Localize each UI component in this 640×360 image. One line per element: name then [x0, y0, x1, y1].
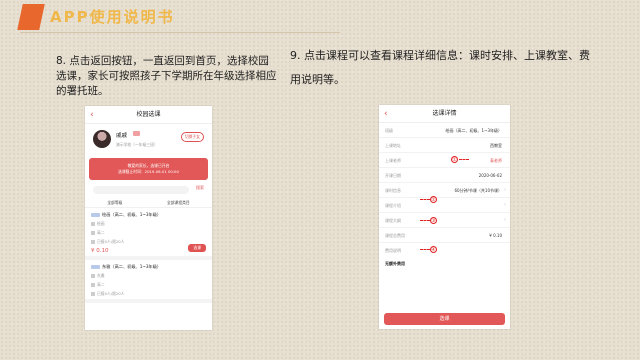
callout-marker: ④ [419, 246, 437, 253]
nav-title: 校园选课 [136, 111, 161, 118]
people-icon [91, 292, 95, 296]
course-category: 绘画 [97, 221, 105, 226]
filter-bar: 全部等级 全部课程类目 [85, 198, 212, 208]
category-icon [91, 274, 95, 278]
course-item[interactable]: 东雅（高二、初级、1~3年级） 东雅 高二 已报0人/限20人 [85, 260, 212, 303]
grade-icon [91, 231, 95, 235]
slide-title: APP使用说明书 [50, 8, 175, 26]
row-label: 上课老师 [385, 158, 401, 163]
title-accent [17, 4, 45, 30]
grade-icon [91, 283, 95, 287]
callout-number: ② [430, 196, 437, 203]
notice-banner: 敬爱的家长，选课已开启 选课截止时间：2019-06-01 00:00 [89, 158, 208, 180]
title-bar: APP使用说明书 [0, 0, 640, 34]
filter-level[interactable]: 全部等级 [107, 198, 122, 207]
gender-badge [133, 131, 140, 136]
callout-marker: ① [451, 156, 469, 163]
course-enrollment: 已报0人/限20人 [97, 291, 125, 296]
row-value: 60分钟/节课（共10节课） [454, 188, 502, 193]
instruction-step-9: 9. 点击课程可以查看课程详细信息：课时安排、上课教室、费用说明等。 [290, 49, 590, 86]
detail-row-total-fee: 课程总费用 ¥ 0.10 [379, 228, 510, 243]
row-value: ¥ 0.10 [489, 233, 502, 238]
search-button[interactable]: 搜索 [196, 185, 204, 191]
course-enrollment: 已报0人/限20人 [97, 239, 125, 244]
title-underline [20, 32, 340, 33]
detail-row-address: 上课地址 西教室 [379, 138, 510, 153]
row-label: 班级 [385, 128, 393, 133]
callout-dash [420, 220, 430, 221]
row-label: 上课地址 [385, 143, 401, 148]
callout-dash [420, 199, 430, 200]
course-meta: 绘画 [91, 221, 206, 227]
course-title-row: 东雅（高二、初级、1~3年级） [91, 264, 206, 270]
detail-row-start-date: 开课日期 2020-06-02 [379, 168, 510, 183]
back-arrow-icon[interactable]: ‹ [90, 106, 94, 124]
detail-row-teacher[interactable]: 上课老师 泰老师 ① [379, 153, 510, 168]
select-course-button[interactable]: 选课 [188, 244, 206, 252]
row-value: 泰老师 [490, 158, 502, 163]
course-category: 东雅 [97, 273, 105, 278]
chevron-right-icon: › [504, 202, 506, 208]
slide: APP使用说明书 8. 点击返回按钮，一直返回到首页，选择校园选课，家长可按照孩… [0, 0, 640, 360]
people-icon [91, 240, 95, 244]
row-label: 课程总费用 [385, 233, 405, 238]
row-label: 开课日期 [385, 173, 401, 178]
nav-title: 选课详情 [432, 110, 457, 117]
row-label: 课程大纲 [385, 218, 401, 223]
callout-marker: ② [419, 196, 437, 203]
callout-number: ③ [430, 217, 437, 224]
fee-note-text: 无额外费用 [385, 261, 405, 266]
course-badge [91, 265, 100, 269]
callout-number: ① [451, 156, 458, 163]
row-label: 课时信息 [385, 188, 401, 193]
row-value: 西教室 [490, 143, 502, 148]
nav-bar: ‹ 选课详情 [379, 105, 510, 123]
callout-marker: ③ [419, 217, 437, 224]
select-course-button[interactable]: 选课 [384, 313, 505, 325]
detail-row-fee-note: 费用说明 ④ [379, 243, 510, 258]
course-grade: 高二 [97, 282, 105, 287]
profile-name: 戚戚 [116, 133, 128, 139]
instruction-step-8: 8. 点击返回按钮，一直返回到首页，选择校园选课，家长可按照孩子下学期所在年级选… [56, 55, 277, 97]
course-meta: 已报0人/限20人 [91, 291, 206, 297]
chevron-right-icon: › [504, 217, 506, 223]
phone-screenshot-course-detail: ‹ 选课详情 班级 绘画（高二、初级、1~3年级） 上课地址 西教室 上课老师 泰老师… [379, 105, 510, 329]
callout-dash [420, 249, 430, 250]
course-meta: 高二 [91, 230, 206, 236]
category-icon [91, 222, 95, 226]
course-item[interactable]: 绘画（高二、初级、1~3年级） 绘画 高二 已报0人/限20人 ¥ 0.10 选… [85, 208, 212, 260]
avatar [93, 130, 111, 148]
banner-line-2: 选课截止时间：2019-06-01 00:00 [118, 169, 179, 174]
course-meta: 高二 [91, 282, 206, 288]
course-title: 绘画（高二、初级、1~3年级） [102, 212, 162, 217]
course-meta: 东雅 [91, 273, 206, 279]
switch-child-button[interactable]: 切换子女 [180, 132, 204, 142]
phone-screenshot-course-selection: ‹ 校园选课 戚戚 演示学校（一年级三班） 切换子女 敬爱的家长，选课已开启 选… [85, 106, 212, 330]
detail-row-syllabus[interactable]: 课程大纲 › ③ [379, 213, 510, 228]
profile-card: 戚戚 演示学校（一年级三班） 切换子女 [85, 124, 212, 158]
detail-row-class: 班级 绘画（高二、初级、1~3年级） [379, 123, 510, 138]
course-badge [91, 213, 100, 217]
callout-dash [459, 159, 469, 160]
chevron-right-icon: › [504, 187, 506, 193]
detail-row-lessons[interactable]: 课时信息 60分钟/节课（共10节课） › [379, 183, 510, 198]
course-title-row: 绘画（高二、初级、1~3年级） [91, 212, 206, 218]
search-input[interactable] [93, 186, 189, 194]
row-label: 费用说明 [385, 248, 401, 253]
course-grade: 高二 [97, 230, 105, 235]
callout-number: ④ [430, 246, 437, 253]
row-label: 课程介绍 [385, 203, 401, 208]
back-arrow-icon[interactable]: ‹ [384, 105, 388, 123]
profile-school: 演示学校（一年级三班） [116, 142, 158, 147]
detail-row-intro[interactable]: 课程介绍 › ② [379, 196, 510, 213]
row-value: 绘画（高二、初级、1~3年级） [445, 128, 502, 133]
filter-category[interactable]: 全部课程类目 [167, 198, 190, 207]
row-value: 2020-06-02 [478, 173, 502, 178]
search-row: 搜索 [93, 184, 204, 198]
nav-bar: ‹ 校园选课 [85, 106, 212, 124]
course-title: 东雅（高二、初级、1~3年级） [102, 264, 162, 269]
